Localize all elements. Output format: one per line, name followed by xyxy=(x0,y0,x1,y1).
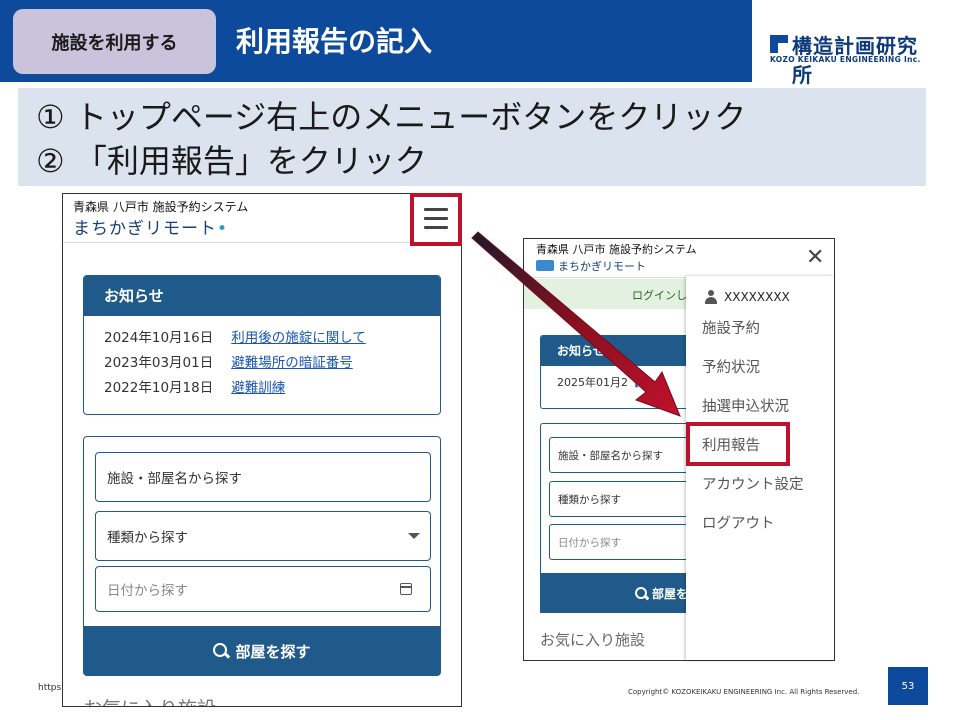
notice-link[interactable]: 利用後の施錠に関して xyxy=(231,330,366,346)
instruction-step-2: ② 「利用報告」をクリック xyxy=(36,142,427,180)
search-room-label: 部屋を探す xyxy=(235,642,311,661)
logo-mark-icon xyxy=(770,35,788,53)
brand-icon xyxy=(536,260,554,271)
brand-text: まちかぎリモート xyxy=(558,260,646,273)
section-label: 施設を利用する xyxy=(13,9,216,74)
favorites-heading: お気に入り施設 xyxy=(540,631,646,649)
usage-report-highlight xyxy=(686,422,790,466)
menu-item-reservation-status[interactable]: 予約状況 xyxy=(702,356,760,377)
notice-link[interactable]: 避難訓練 xyxy=(231,380,285,396)
notice-date: 2024年10月16日 xyxy=(104,330,214,346)
notice-panel: お知らせ 2025年01月2【お xyxy=(540,335,700,409)
copyright-text: Copyright© KOZOKEIKAKU ENGINEERING Inc. … xyxy=(628,688,860,696)
date-search-input[interactable]: 日付から探す xyxy=(95,566,431,612)
brand-logo: まちかぎリモート• xyxy=(73,214,228,239)
notice-date: 2025年01月2 xyxy=(557,376,628,389)
date-placeholder: 日付から探す xyxy=(107,583,188,599)
brand-text: まちかぎリモート xyxy=(73,219,217,239)
chevron-down-icon xyxy=(408,533,420,539)
menu-button-highlight xyxy=(410,193,462,246)
facility-name-search-input[interactable]: 施設・部屋名から探す xyxy=(549,437,699,473)
menu-item-facility-reservation[interactable]: 施設予約 xyxy=(702,317,760,338)
menu-user: XXXXXXXX xyxy=(704,290,790,304)
side-menu-drawer: XXXXXXXX 施設予約 予約状況 抽選申込状況 利用報告 アカウント設定 ロ… xyxy=(686,276,834,660)
notice-title: お知らせ xyxy=(84,276,440,316)
date-search-input[interactable]: 日付から探す xyxy=(549,524,699,560)
company-logo: 構造計画研究所 KOZO KEIKAKU ENGINEERING Inc. xyxy=(768,32,938,87)
notice-link[interactable]: 避難場所の暗証番号 xyxy=(231,355,353,371)
logo-text-en: KOZO KEIKAKU ENGINEERING Inc. xyxy=(770,55,921,64)
menu-item-lottery-status[interactable]: 抽選申込状況 xyxy=(702,395,789,416)
url-text: https: xyxy=(38,683,65,693)
notice-row: 2022年10月18日 避難訓練 xyxy=(104,376,285,396)
notice-date: 2023年03月01日 xyxy=(104,355,214,371)
phone-screen-top-page: 青森県 八戸市 施設予約システム まちかぎリモート• お知らせ 2024年10月… xyxy=(62,193,462,707)
notice-row: 2024年10月16日 利用後の施錠に関して xyxy=(104,326,366,346)
instruction-step-1: ① トップページ右上のメニューボタンをクリック xyxy=(36,98,747,136)
menu-item-logout[interactable]: ログアウト xyxy=(702,512,775,533)
header-divider xyxy=(63,242,461,243)
close-icon[interactable]: ✕ xyxy=(806,245,824,270)
notice-date: 2022年10月18日 xyxy=(104,380,214,396)
type-select[interactable]: 種類から探す xyxy=(95,511,431,561)
notice-row: 2025年01月2【お xyxy=(557,374,650,390)
type-select-label: 種類から探す xyxy=(107,530,188,546)
page-number: 53 xyxy=(888,667,928,705)
search-room-button[interactable]: 部屋を探す xyxy=(83,626,441,676)
user-name: XXXXXXXX xyxy=(724,290,790,304)
type-select[interactable]: 種類から探す xyxy=(549,481,699,517)
facility-name-search-input[interactable]: 施設・部屋名から探す xyxy=(95,452,431,502)
brand-dot-icon: • xyxy=(217,219,229,239)
search-panel: 施設・部屋名から探す 種類から探す 日付から探す xyxy=(83,436,441,634)
notice-row: 2023年03月01日 避難場所の暗証番号 xyxy=(104,351,353,371)
favorites-heading: お気に入り施設 xyxy=(83,694,216,706)
system-name: 青森県 八戸市 施設予約システム xyxy=(536,243,697,256)
login-status-text: ログインし xyxy=(632,289,687,302)
brand-logo: まちかぎリモート xyxy=(536,258,646,274)
search-icon xyxy=(634,586,648,600)
notice-link[interactable]: 【お xyxy=(628,376,650,389)
calendar-icon xyxy=(400,583,412,595)
notice-panel: お知らせ 2024年10月16日 利用後の施錠に関して 2023年03月01日 避難… xyxy=(83,275,441,415)
user-icon xyxy=(704,290,718,304)
instruction-box: ① トップページ右上のメニューボタンをクリック ② 「利用報告」をクリック xyxy=(18,88,926,186)
search-room-button[interactable]: 部屋を xyxy=(540,573,700,613)
notice-title: お知らせ xyxy=(541,336,699,366)
search-room-label: 部屋を xyxy=(651,586,688,601)
page-title: 利用報告の記入 xyxy=(236,25,433,58)
search-icon xyxy=(213,643,229,659)
system-name: 青森県 八戸市 施設予約システム xyxy=(73,200,249,214)
menu-item-account-settings[interactable]: アカウント設定 xyxy=(702,473,804,494)
